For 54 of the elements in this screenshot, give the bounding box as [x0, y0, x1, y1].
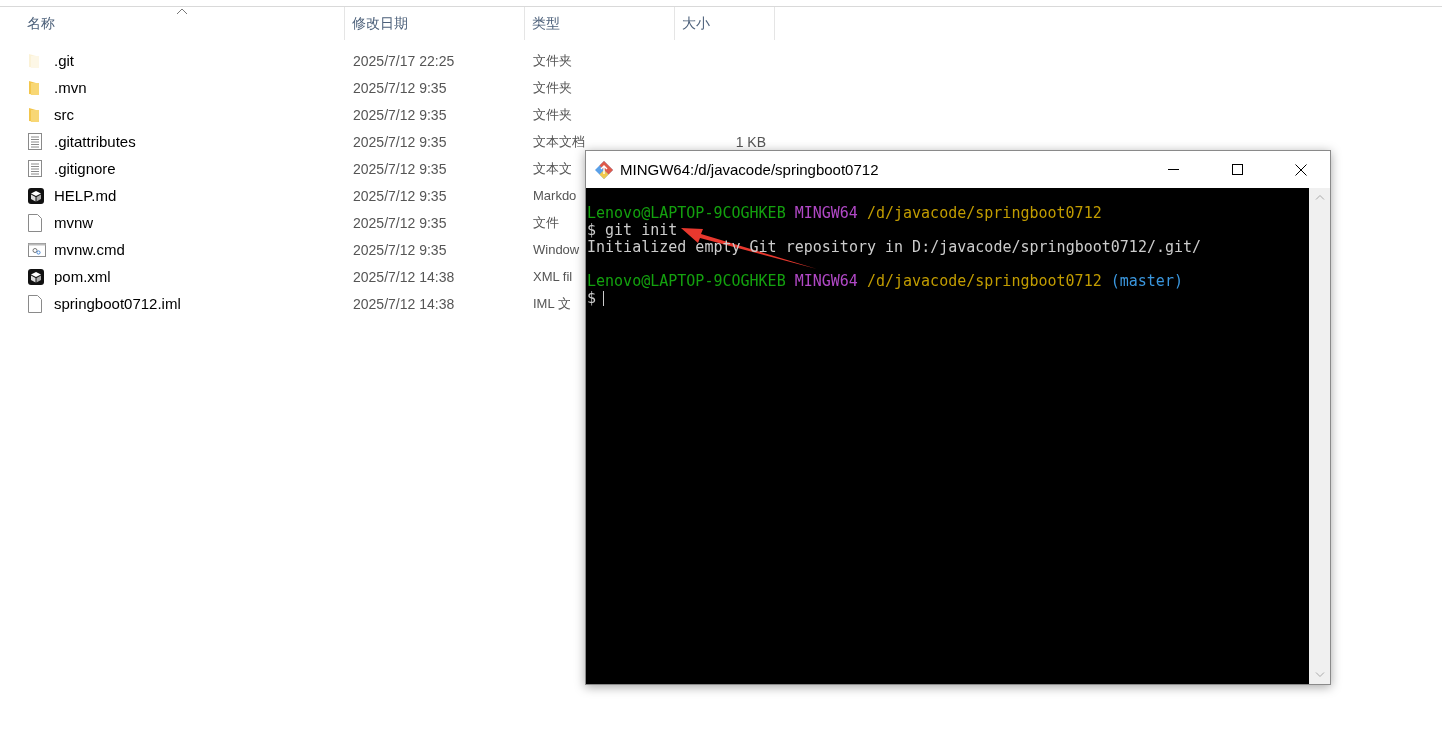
diamond-logo-icon	[594, 159, 614, 180]
terminal-text: Lenovo@LAPTOP-9COGHKEB	[587, 205, 786, 222]
file-type: 文本文档	[533, 132, 585, 151]
file-name[interactable]: pom.xml	[54, 268, 111, 285]
modified-date: 2025/7/12 9:35	[353, 106, 447, 123]
column-header[interactable]: 大小	[675, 7, 775, 40]
terminal-text: /d/javacode/springboot0712	[866, 273, 1102, 290]
file-name[interactable]: .mvn	[54, 79, 87, 96]
file-type: Markdo	[533, 188, 577, 203]
file-type: 文件	[533, 213, 559, 232]
file-type: IML 文	[533, 294, 571, 313]
file-name[interactable]: .git	[54, 52, 74, 69]
file-size: 1 KB	[735, 133, 767, 150]
modified-date: 2025/7/12 9:35	[353, 214, 447, 231]
modified-date: 2025/7/12 9:35	[353, 241, 447, 258]
modified-date: 2025/7/17 22:25	[353, 52, 455, 69]
file-type: 文件夹	[533, 105, 572, 124]
modified-date: 2025/7/12 9:35	[353, 133, 447, 150]
file-name[interactable]: .gitattributes	[54, 133, 136, 150]
modified-date: 2025/7/12 9:35	[353, 79, 447, 96]
text-cursor	[603, 291, 605, 306]
file-name[interactable]: .gitignore	[54, 160, 116, 177]
terminal-text: MINGW64	[794, 205, 858, 222]
file-name[interactable]: springboot0712.iml	[54, 295, 181, 312]
close-icon	[1295, 163, 1307, 176]
modified-date: 2025/7/12 9:35	[353, 160, 447, 177]
sort-chevron-icon	[176, 8, 188, 15]
terminal-text: $	[587, 290, 597, 307]
terminal-text: $ git init	[587, 222, 678, 239]
file-type: 文本文	[533, 159, 572, 178]
modified-date: 2025/7/12 14:38	[353, 268, 455, 285]
scrollbar[interactable]	[1309, 188, 1330, 684]
terminal-text: /d/javacode/springboot0712	[866, 205, 1102, 222]
file-name[interactable]: src	[54, 106, 74, 123]
scroll-up-icon[interactable]	[1314, 194, 1325, 200]
terminal-text: Lenovo@LAPTOP-9COGHKEB	[587, 273, 786, 290]
file-type: Window	[533, 242, 580, 257]
window-title: MINGW64:/d/javacode/springboot0712	[620, 161, 880, 178]
file-name[interactable]: HELP.md	[54, 187, 117, 204]
column-header[interactable]: 名称	[20, 7, 345, 40]
modified-date: 2025/7/12 14:38	[353, 295, 455, 312]
terminal-text: (master)	[1110, 273, 1183, 290]
file-name[interactable]: mvnw	[54, 214, 94, 231]
file-type: XML fil	[533, 269, 573, 284]
column-header[interactable]: 类型	[525, 7, 675, 40]
file-name[interactable]: mvnw.cmd	[54, 241, 125, 258]
column-header[interactable]: 修改日期	[345, 7, 525, 40]
modified-date: 2025/7/12 9:35	[353, 187, 447, 204]
scroll-down-icon[interactable]	[1314, 672, 1325, 678]
file-type: 文件夹	[533, 51, 572, 70]
terminal-text: MINGW64	[794, 273, 858, 290]
file-type: 文件夹	[533, 78, 572, 97]
terminal-text: Initialized empty Git repository in D:/javacode/springboot0712/.git/	[587, 239, 1202, 256]
maximize-icon	[1231, 164, 1243, 175]
